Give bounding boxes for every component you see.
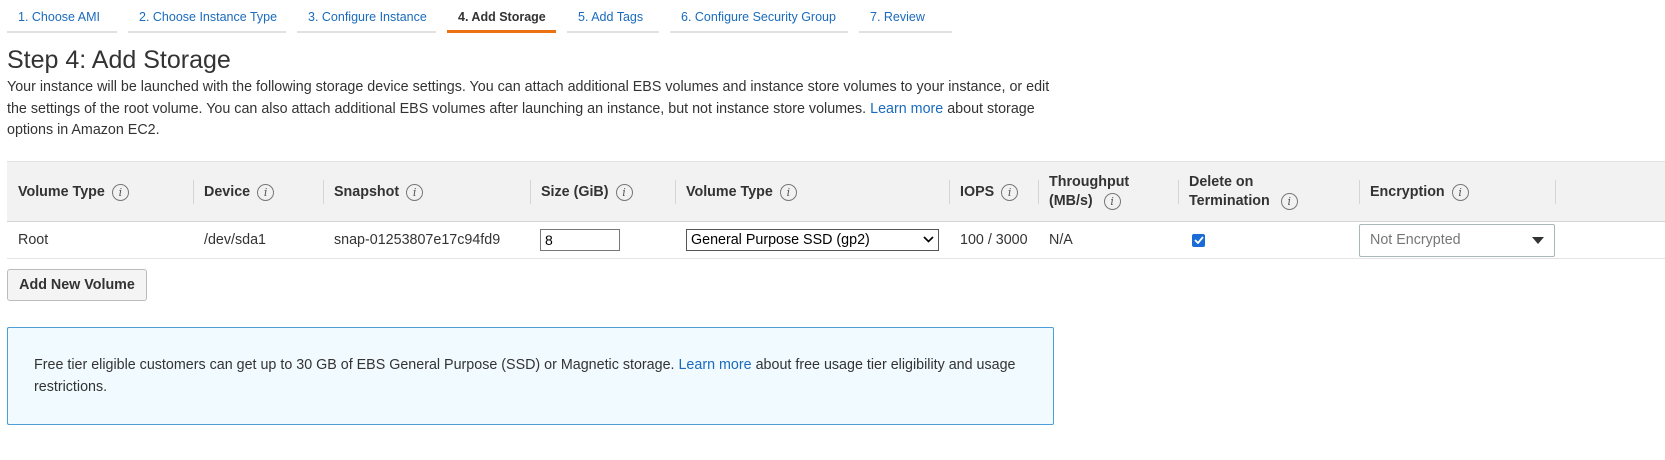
header-snapshot-label: Snapshot bbox=[334, 183, 400, 200]
add-new-volume-button[interactable]: Add New Volume bbox=[7, 269, 147, 301]
info-icon[interactable]: i bbox=[111, 183, 129, 201]
header-ebs-volume-type-label: Volume Type bbox=[686, 183, 773, 200]
storage-table: Volume Type i Device i Snapshot i Size (… bbox=[7, 161, 1665, 259]
table-row: Root /dev/sda1 snap-01253807e17c94fd9 Ge… bbox=[7, 222, 1665, 259]
wizard-step-add-tags[interactable]: 5. Add Tags bbox=[567, 0, 659, 33]
encryption-select[interactable]: Not Encrypted bbox=[1359, 223, 1555, 257]
header-volume-type: Volume Type i bbox=[7, 162, 193, 222]
header-throughput: Throughput (MB/s) i bbox=[1038, 162, 1178, 222]
chevron-down-icon bbox=[923, 235, 934, 246]
header-iops: IOPS i bbox=[949, 162, 1038, 222]
wizard-step-review[interactable]: 7. Review bbox=[859, 0, 952, 33]
header-delete-label: Delete on Termination i bbox=[1189, 173, 1298, 211]
notice-text-before: Free tier eligible customers can get up … bbox=[34, 357, 675, 373]
cell-delete-on-termination bbox=[1178, 222, 1359, 258]
cell-encryption: Not Encrypted bbox=[1359, 222, 1565, 258]
wizard-step-configure-instance[interactable]: 3. Configure Instance bbox=[297, 0, 436, 33]
free-tier-notice: Free tier eligible customers can get up … bbox=[7, 327, 1054, 425]
cell-ebs-volume-type: General Purpose SSD (gp2) bbox=[675, 222, 949, 258]
cell-volume-type: Root bbox=[18, 232, 49, 248]
cell-iops: 100 / 3000 bbox=[960, 232, 1028, 248]
wizard-step-add-storage[interactable]: 4. Add Storage bbox=[447, 0, 556, 33]
wizard-steps: 1. Choose AMI 2. Choose Instance Type 3.… bbox=[7, 0, 963, 34]
info-icon[interactable]: i bbox=[257, 183, 275, 201]
header-encryption: Encryption i bbox=[1359, 162, 1555, 222]
wizard-step-configure-security-group[interactable]: 6. Configure Security Group bbox=[670, 0, 848, 33]
header-size: Size (GiB) i bbox=[530, 162, 675, 222]
volume-type-select[interactable]: General Purpose SSD (gp2) bbox=[686, 229, 939, 251]
info-icon[interactable]: i bbox=[1103, 193, 1121, 210]
encryption-select-value: Not Encrypted bbox=[1370, 232, 1461, 248]
header-volume-type-label: Volume Type bbox=[18, 183, 105, 200]
wizard-step-choose-ami[interactable]: 1. Choose AMI bbox=[7, 0, 117, 33]
intro-learn-more-link[interactable]: Learn more bbox=[870, 101, 943, 117]
header-iops-label: IOPS bbox=[960, 183, 995, 200]
cell-throughput: N/A bbox=[1049, 232, 1073, 248]
cell-snapshot: snap-01253807e17c94fd9 bbox=[334, 232, 501, 248]
table-header: Volume Type i Device i Snapshot i Size (… bbox=[7, 161, 1665, 222]
header-device-label: Device bbox=[204, 183, 251, 200]
header-throughput-line2: (MB/s) bbox=[1049, 193, 1093, 209]
delete-on-termination-checkbox[interactable] bbox=[1192, 233, 1205, 247]
volume-type-select-value: General Purpose SSD (gp2) bbox=[691, 232, 870, 248]
page-title: Step 4: Add Storage bbox=[7, 46, 231, 74]
header-size-label: Size (GiB) bbox=[541, 183, 609, 200]
header-encryption-label: Encryption bbox=[1370, 183, 1445, 200]
cell-device: /dev/sda1 bbox=[204, 232, 266, 248]
intro-text: Your instance will be launched with the … bbox=[7, 77, 1052, 142]
header-throughput-line1: Throughput bbox=[1049, 174, 1130, 190]
info-icon[interactable]: i bbox=[1001, 183, 1019, 201]
header-snapshot: Snapshot i bbox=[323, 162, 530, 222]
header-ebs-volume-type: Volume Type i bbox=[675, 162, 949, 222]
header-throughput-label: Throughput (MB/s) i bbox=[1049, 173, 1129, 211]
header-delete-on-termination: Delete on Termination i bbox=[1178, 162, 1359, 222]
header-device: Device i bbox=[193, 162, 323, 222]
info-icon[interactable]: i bbox=[779, 183, 797, 201]
info-icon[interactable]: i bbox=[1451, 183, 1469, 201]
header-extra bbox=[1555, 162, 1665, 222]
info-icon[interactable]: i bbox=[406, 183, 424, 201]
header-delete-line1: Delete on bbox=[1189, 174, 1254, 190]
caret-down-icon bbox=[1532, 236, 1544, 244]
checkmark-icon bbox=[1193, 236, 1204, 244]
size-input[interactable] bbox=[540, 229, 620, 251]
info-icon[interactable]: i bbox=[615, 183, 633, 201]
wizard-step-choose-instance-type[interactable]: 2. Choose Instance Type bbox=[128, 0, 286, 33]
header-delete-line2: Termination bbox=[1189, 193, 1270, 209]
cell-size bbox=[530, 222, 675, 258]
notice-learn-more-link[interactable]: Learn more bbox=[678, 357, 751, 373]
info-icon[interactable]: i bbox=[1280, 193, 1298, 210]
